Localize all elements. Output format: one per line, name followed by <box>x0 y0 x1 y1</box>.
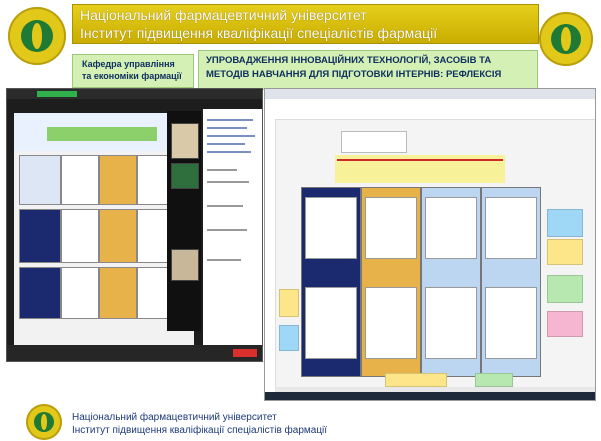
shared-board-card <box>61 155 99 205</box>
chat-message <box>207 229 247 231</box>
topic-title-line2: МЕТОДІВ НАВЧАННЯ ДЛЯ ПІДГОТОВКИ ІНТЕРНІВ… <box>206 69 502 80</box>
screen-share-indicator <box>37 91 77 97</box>
university-emblem-icon <box>8 7 66 65</box>
os-taskbar <box>265 392 595 400</box>
participant-video-tile[interactable] <box>171 163 199 189</box>
sticky-note[interactable] <box>475 373 513 387</box>
board-image-card[interactable] <box>425 287 477 359</box>
board-image-card[interactable] <box>365 197 417 259</box>
sticky-note[interactable] <box>547 209 583 237</box>
sticky-note[interactable] <box>547 311 583 337</box>
board-title-note <box>341 131 407 153</box>
university-emblem-icon <box>26 404 62 440</box>
shared-board-card <box>99 155 137 205</box>
chat-message <box>207 205 243 207</box>
shared-board-card <box>99 267 137 319</box>
chat-message <box>207 119 253 121</box>
chat-message <box>207 181 249 183</box>
shared-board-card <box>19 209 61 263</box>
board-image-card[interactable] <box>425 197 477 259</box>
shared-board-card <box>99 209 137 263</box>
participant-video-tile[interactable] <box>171 123 199 159</box>
chat-message <box>207 169 237 171</box>
board-image-card[interactable] <box>485 287 537 359</box>
header-institute-name: Інститут підвищення кваліфікації спеціал… <box>80 25 438 41</box>
topic-title-line1: УПРОВАДЖЕННЯ ІННОВАЦІЙНИХ ТЕХНОЛОГІЙ, ЗА… <box>206 55 492 66</box>
board-heading-underline <box>337 159 503 161</box>
whiteboard-screenshot <box>264 88 596 401</box>
shared-board-card <box>19 267 61 319</box>
shared-board-card <box>61 267 99 319</box>
chat-message <box>207 135 255 137</box>
browser-tab-bar <box>265 89 595 99</box>
board-image-card[interactable] <box>305 197 357 259</box>
participant-video-tile[interactable] <box>171 249 199 281</box>
header-university-name: Національний фармацевтичний університет <box>80 7 367 23</box>
sticky-note[interactable] <box>279 325 299 351</box>
board-image-card[interactable] <box>485 197 537 259</box>
chat-message <box>207 127 247 129</box>
sticky-note[interactable] <box>279 289 299 317</box>
shared-board-card <box>19 155 61 205</box>
shared-screen-banner <box>47 127 157 141</box>
board-image-card[interactable] <box>365 287 417 359</box>
board-image-card[interactable] <box>305 287 357 359</box>
end-meeting-button[interactable] <box>233 349 257 357</box>
chat-panel <box>203 109 262 345</box>
university-emblem-icon <box>539 12 593 66</box>
footer-institute-name: Інститут підвищення кваліфікації спеціал… <box>72 425 328 436</box>
shared-board-card <box>61 209 99 263</box>
conference-toolbar <box>7 345 262 361</box>
sticky-note[interactable] <box>385 373 447 387</box>
sticky-note[interactable] <box>547 239 583 265</box>
board-toolbar <box>265 109 595 120</box>
board-tool-rail <box>265 119 276 400</box>
video-conference-screenshot <box>6 88 263 362</box>
department-name-line2: та економіки фармації <box>82 71 182 81</box>
department-name-line1: Кафедра управління <box>82 59 175 69</box>
footer-university-name: Національний фармацевтичний університет <box>72 412 277 423</box>
sticky-note[interactable] <box>547 275 583 303</box>
chat-message <box>207 259 241 261</box>
chat-message <box>207 151 251 153</box>
chat-message <box>207 143 245 145</box>
